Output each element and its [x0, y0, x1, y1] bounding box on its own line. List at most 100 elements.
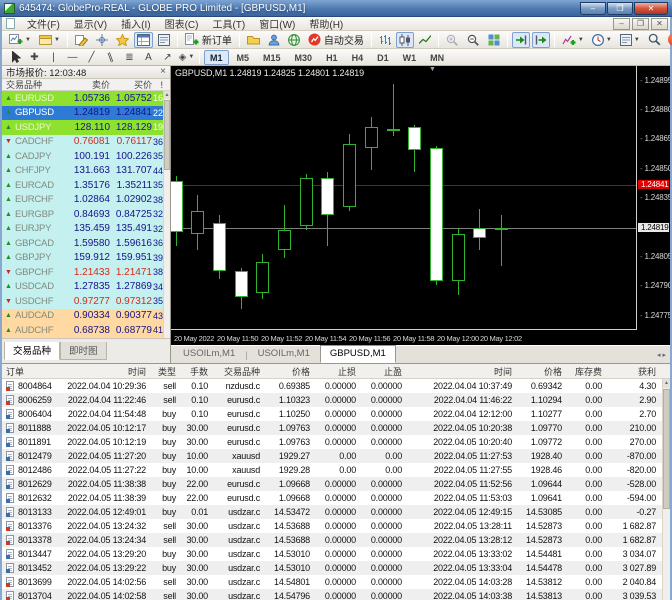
- order-row[interactable]: 80134472022.04.05 13:29:20buy30.00usdzar…: [2, 547, 670, 561]
- market-watch-row[interactable]: ▲EURJPY135.459135.49132: [2, 222, 170, 237]
- line-chart-button[interactable]: [416, 32, 434, 48]
- market-watch-row[interactable]: ▲EURGBP0.846930.8472532: [2, 207, 170, 222]
- timeframe-D1[interactable]: D1: [371, 50, 395, 65]
- menu-item-6[interactable]: 帮助(H): [302, 16, 350, 31]
- close-button[interactable]: ✕: [634, 2, 668, 15]
- maximize-button[interactable]: ❐: [607, 2, 633, 15]
- bar-chart-button[interactable]: [376, 32, 394, 48]
- orders-col-4[interactable]: 交易品种: [214, 365, 266, 378]
- market-watch-row[interactable]: ▲EURCHF1.028641.0290238: [2, 193, 170, 208]
- order-row[interactable]: 80136992022.04.05 14:02:56sell30.00usdza…: [2, 575, 670, 589]
- market-watch-row[interactable]: ▲USDJPY128.110128.12919: [2, 120, 170, 135]
- zoom-out-button[interactable]: [464, 32, 483, 48]
- candlestick-chart-button[interactable]: [396, 32, 414, 48]
- chart-tab-1[interactable]: USOILm,M1: [248, 345, 320, 363]
- market-watch-row[interactable]: ▲EURCAD1.351761.3521135: [2, 178, 170, 193]
- order-row[interactable]: 80048642022.04.04 10:29:36sell0.10nzdusd…: [2, 379, 670, 393]
- trendline-tool[interactable]: ╱: [83, 50, 100, 65]
- orders-col-8[interactable]: 时间: [408, 365, 518, 378]
- chart-area[interactable]: GBPUSD,M1 1.24819 1.24825 1.24801 1.2481…: [171, 66, 670, 345]
- scroll-thumb[interactable]: [663, 389, 670, 509]
- chevron-down-icon[interactable]: ▼: [54, 37, 60, 43]
- tab-nav-arrows[interactable]: ◂ ▸: [657, 351, 666, 359]
- order-row[interactable]: 80137042022.04.05 14:02:58sell30.00usdza…: [2, 589, 670, 600]
- menu-item-3[interactable]: 图表(C): [158, 16, 206, 31]
- mdi-minimize-button[interactable]: –: [613, 18, 630, 30]
- indicators-button[interactable]: ▼: [559, 32, 587, 48]
- market-watch-row[interactable]: ▲GBPCAD1.595801.5961636: [2, 236, 170, 251]
- orders-col-6[interactable]: 止损: [316, 365, 362, 378]
- minimize-button[interactable]: –: [580, 2, 606, 15]
- order-row[interactable]: 80133762022.04.05 13:24:32sell30.00usdza…: [2, 519, 670, 533]
- profiles-button[interactable]: ▼: [36, 32, 63, 48]
- menu-item-1[interactable]: 显示(V): [67, 16, 114, 31]
- market-watch-scrollbar[interactable]: ▲: [163, 91, 170, 338]
- arrows-tool[interactable]: ↗: [159, 50, 176, 65]
- order-row[interactable]: 80124862022.04.05 11:27:22buy10.00xauusd…: [2, 463, 670, 477]
- order-row[interactable]: 80062592022.04.04 11:22:46sell0.10eurusd…: [2, 393, 670, 407]
- favorites-button[interactable]: [113, 32, 132, 48]
- market-watch-row[interactable]: ▲USDCAD1.278351.2786934: [2, 280, 170, 295]
- crosshair-cursor-button[interactable]: [93, 32, 111, 48]
- timeframe-MN[interactable]: MN: [424, 50, 450, 65]
- market-watch-row[interactable]: ▼USDCHF0.972770.9731235: [2, 294, 170, 309]
- chevron-down-icon[interactable]: ▼: [188, 54, 194, 60]
- market-watch-row[interactable]: ▲GBPUSD1.248191.2484122: [2, 106, 170, 121]
- order-row[interactable]: 80126292022.04.05 11:38:38buy22.00eurusd…: [2, 477, 670, 491]
- market-watch-row[interactable]: ▲AUDCAD0.903340.9037743: [2, 309, 170, 324]
- market-watch-col-3[interactable]: !: [152, 80, 164, 90]
- market-watch-col-1[interactable]: 卖价: [66, 78, 110, 91]
- orders-col-3[interactable]: 手数: [182, 365, 214, 378]
- market-watch-row[interactable]: ▼CADCHF0.760810.7611736: [2, 135, 170, 150]
- new-order-button[interactable]: 新订单: [182, 32, 235, 48]
- order-row[interactable]: 80064042022.04.04 11:54:48buy0.10eurusd.…: [2, 407, 670, 421]
- chevron-down-icon[interactable]: ▼: [578, 37, 584, 43]
- market-watch-row[interactable]: ▲AUDCHF0.687380.6877941: [2, 323, 170, 338]
- chart-tab-0[interactable]: USOILm,M1: [173, 345, 245, 363]
- orders-col-7[interactable]: 止盈: [362, 365, 408, 378]
- order-row[interactable]: 80118912022.04.05 10:12:19buy30.00eurusd…: [2, 435, 670, 449]
- chevron-down-icon[interactable]: ▼: [606, 37, 612, 43]
- market-watch-row[interactable]: ▲CHFJPY131.663131.70744: [2, 164, 170, 179]
- menu-item-0[interactable]: 文件(F): [20, 16, 67, 31]
- menu-item-5[interactable]: 窗口(W): [252, 16, 302, 31]
- orders-col-11[interactable]: 获利: [608, 365, 662, 378]
- channel-tool[interactable]: ∥: [102, 50, 119, 65]
- orders-col-5[interactable]: 价格: [266, 365, 316, 378]
- auto-scroll-button[interactable]: [512, 32, 530, 48]
- chevron-down-icon[interactable]: ▼: [25, 37, 31, 43]
- orders-col-0[interactable]: 订单: [2, 365, 58, 378]
- vertical-line-tool[interactable]: |: [45, 50, 62, 65]
- scroll-up-icon[interactable]: ▲: [164, 91, 170, 99]
- chart-shift-button[interactable]: [532, 32, 550, 48]
- menu-item-4[interactable]: 工具(T): [205, 16, 252, 31]
- market-watch-row[interactable]: ▲GBPJPY159.912159.95139: [2, 251, 170, 266]
- timeframe-H1[interactable]: H1: [320, 50, 344, 65]
- chart-tab-2[interactable]: GBPUSD,M1: [320, 345, 396, 363]
- order-row[interactable]: 80126322022.04.05 11:38:39buy22.00eurusd…: [2, 491, 670, 505]
- market-watch-row[interactable]: ▲EURUSD1.057361.0575216: [2, 91, 170, 106]
- market-watch-button[interactable]: [134, 32, 153, 48]
- timeframe-W1[interactable]: W1: [397, 50, 423, 65]
- cursor-tool[interactable]: [7, 50, 24, 65]
- market-watch-row[interactable]: ▲CADJPY100.191100.22635: [2, 149, 170, 164]
- orders-col-1[interactable]: 时间: [58, 365, 152, 378]
- scroll-thumb[interactable]: [164, 100, 170, 170]
- data-window-button[interactable]: [155, 32, 173, 48]
- terminal-button[interactable]: [244, 32, 263, 48]
- market-watch-tab[interactable]: 即时图: [60, 342, 107, 360]
- order-row[interactable]: 80133782022.04.05 13:24:34sell30.00usdza…: [2, 533, 670, 547]
- orders-col-2[interactable]: 类型: [152, 365, 182, 378]
- shapes-tool[interactable]: ◈▼: [178, 50, 195, 65]
- mdi-close-button[interactable]: ✕: [651, 18, 668, 30]
- new-chart-button[interactable]: ▼: [6, 32, 34, 48]
- timeframe-M15[interactable]: M15: [257, 50, 287, 65]
- notification-badge[interactable]: 1: [668, 33, 672, 46]
- orders-col-10[interactable]: 库存费: [568, 365, 608, 378]
- timeframe-H4[interactable]: H4: [346, 50, 370, 65]
- web-community-button[interactable]: [285, 32, 303, 48]
- strategy-tester-button[interactable]: [265, 32, 283, 48]
- chevron-down-icon[interactable]: ▼: [634, 37, 640, 43]
- timeframe-M1[interactable]: M1: [204, 50, 229, 65]
- orders-col-9[interactable]: 价格: [518, 365, 568, 378]
